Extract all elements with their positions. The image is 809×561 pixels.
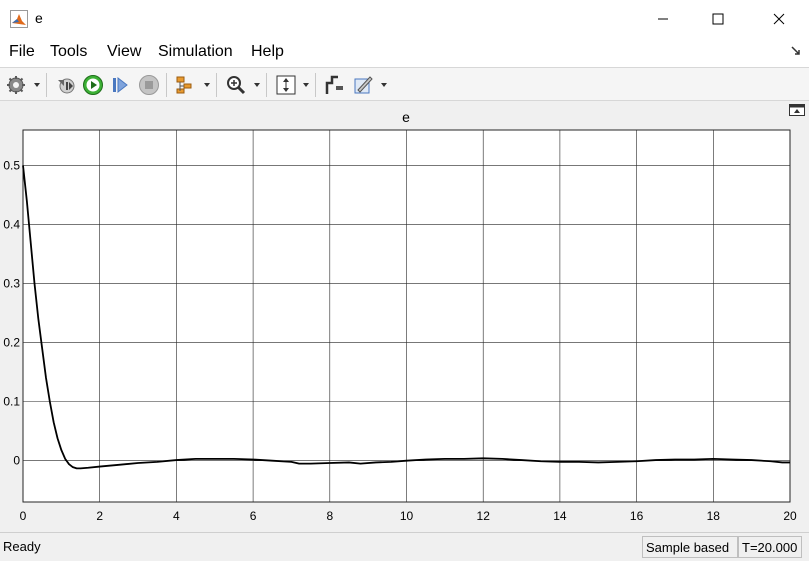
fit-dropdown-arrow[interactable] [303,83,309,87]
status-bar: Ready Sample based T=20.000 [0,532,809,561]
maximize-icon [712,13,724,25]
toolbar-separator [315,73,316,97]
toolbar-separator [266,73,267,97]
fit-to-view-button[interactable] [275,73,297,97]
y-tick-label: 0.2 [3,336,20,350]
settings-button[interactable] [6,73,26,97]
fit-to-view-icon [276,75,296,95]
stop-icon [139,75,159,95]
x-tick-label: 20 [783,509,797,523]
signal-selector-button[interactable] [174,73,196,97]
zoom-in-icon [227,76,246,95]
window-title: e [35,10,43,26]
x-tick-label: 16 [630,509,644,523]
sample-mode-field: Sample based [642,536,738,558]
x-tick-label: 10 [400,509,414,523]
cursor-measure-icon [325,75,343,94]
step-forward-icon [113,76,128,94]
signal-dropdown-arrow[interactable] [204,83,210,87]
x-tick-label: 8 [326,509,333,523]
chart-title: e [402,109,410,125]
toolbar-separator [216,73,217,97]
menu-file[interactable]: File [9,43,35,61]
title-bar: e [0,0,809,38]
close-button[interactable] [756,4,802,34]
stop-button[interactable] [138,73,160,97]
settings-dropdown-arrow[interactable] [34,83,40,87]
y-tick-label: 0.1 [3,395,20,409]
y-tick-label: 0.4 [3,217,20,231]
minimize-button[interactable] [640,4,686,34]
y-tick-label: 0 [13,454,20,468]
step-back-button[interactable] [55,73,77,97]
close-icon [773,13,785,25]
toolbar-separator [46,73,47,97]
style-icon [354,76,373,94]
scope-chart[interactable]: 0 2 4 6 8 10 12 14 16 18 20 0 0.1 0.2 0.3 0.4 0.5 e [0,101,809,532]
run-button[interactable] [82,73,104,97]
zoom-dropdown-arrow[interactable] [254,83,260,87]
y-tick-label: 0.3 [3,277,20,291]
y-tick-label: 0.5 [3,158,20,172]
style-dropdown-arrow[interactable] [381,83,387,87]
menu-tools[interactable]: Tools [50,43,87,61]
step-back-icon [58,78,75,94]
menu-simulation[interactable]: Simulation [158,43,233,61]
toolbar [0,67,809,101]
status-text: Ready [3,539,41,554]
x-tick-label: 14 [553,509,567,523]
simulation-time-field: T=20.000 [738,536,802,558]
maximize-button[interactable] [695,4,741,34]
toolbar-separator [166,73,167,97]
signal-tree-icon [176,76,192,94]
x-tick-label: 4 [173,509,180,523]
x-tick-label: 12 [477,509,491,523]
menu-bar: File Tools View Simulation Help [0,40,809,66]
style-button[interactable] [352,73,374,97]
gear-icon [7,76,25,94]
x-tick-label: 2 [96,509,103,523]
run-icon [83,75,103,95]
cursor-measurements-button[interactable] [324,73,346,97]
menu-view[interactable]: View [107,43,141,61]
menu-help[interactable]: Help [251,43,284,61]
step-forward-button[interactable] [110,73,132,97]
zoom-button[interactable] [225,73,247,97]
x-tick-label: 18 [707,509,721,523]
matlab-logo-icon [10,10,28,28]
pin-toolstrip-icon[interactable] [791,46,801,56]
x-tick-label: 6 [250,509,257,523]
x-tick-label: 0 [20,509,27,523]
minimize-icon [658,18,668,20]
